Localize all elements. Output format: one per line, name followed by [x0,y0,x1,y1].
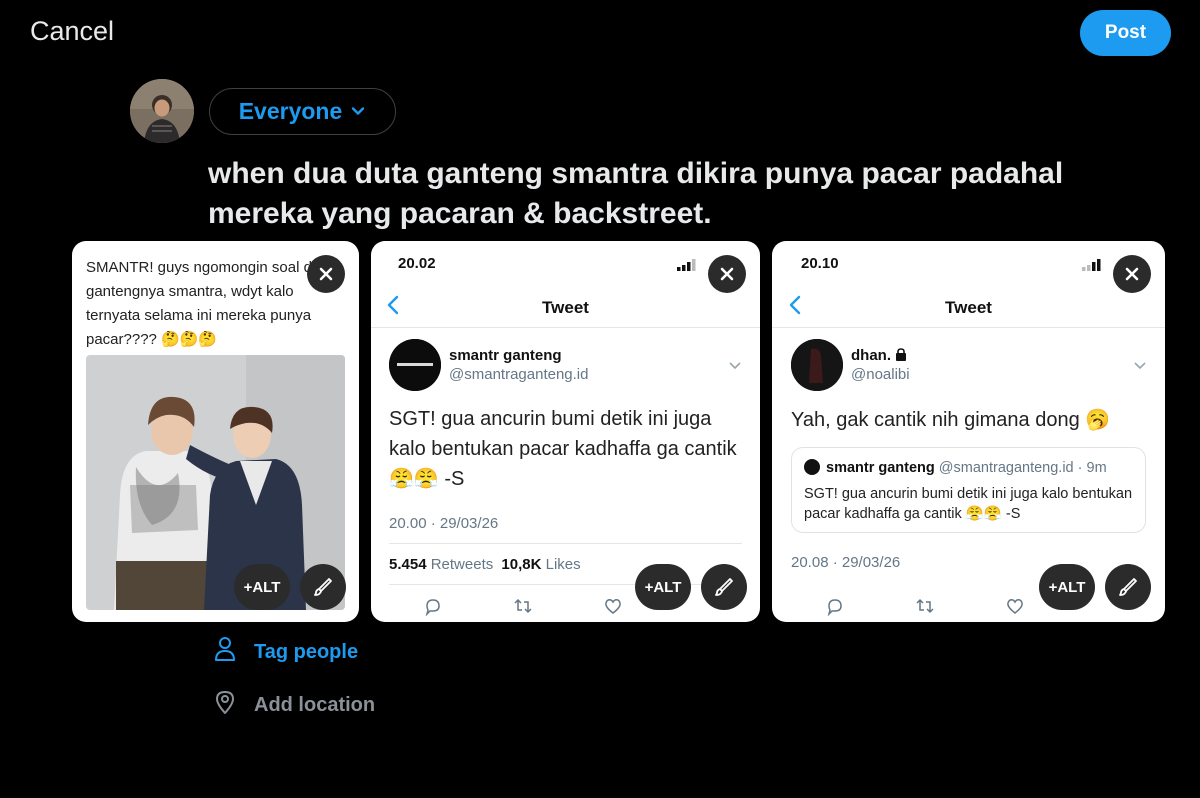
tweet-body: SGT! gua ancurin bumi detik ini juga kal… [389,408,737,490]
tweet-actions [825,596,1025,616]
attachment-image-2[interactable]: 20.02 Tweet smantr ganteng @smantragante… [371,241,760,622]
signal-icon [1082,259,1104,271]
brush-icon [314,578,332,596]
tweet-author-name: smantr ganteng [449,347,562,364]
avatar[interactable] [130,79,194,143]
status-time: 20.10 [801,255,839,272]
author-name-text: dhan. [851,347,891,364]
brush-icon [1119,578,1137,596]
edit-media-3-button[interactable] [1105,564,1151,610]
tweet-avatar [389,339,441,391]
audience-label: Everyone [238,98,343,124]
quoted-tweet-body: SGT! gua ancurin bumi detik ini juga kal… [804,486,1133,522]
retweet-icon [513,596,533,616]
tweet-timestamp: 20.00 · 29/03/26 [389,515,499,532]
compose-text[interactable]: when dua duta ganteng smantra dikira pun… [208,154,1108,234]
likes-label: Likes [545,556,581,573]
remove-attachment-3-button[interactable] [1113,255,1151,293]
tag-people-label: Tag people [254,640,359,663]
tweet-timestamp: 20.08 · 29/03/26 [791,554,901,571]
retweets-count: 5.454 [389,556,427,573]
lock-icon [895,347,907,364]
retweet-icon [915,596,935,616]
edit-media-1-button[interactable] [300,564,346,610]
alt-text-2-button[interactable]: +ALT [635,564,691,610]
person-icon [214,636,236,668]
tweet-body: Yah, gak cantik nih gimana dong 🥱 [791,409,1111,431]
audience-selector[interactable]: Everyone [209,88,396,135]
close-icon [720,267,734,281]
reply-icon [825,596,845,616]
tag-people-button[interactable]: Tag people [214,636,358,668]
quoted-author-name: smantr ganteng [826,460,935,476]
tweet-author-handle: @noalibi [851,366,910,383]
close-icon [319,267,333,281]
tweet-actions [423,596,623,616]
heart-icon [1005,596,1025,616]
quoted-tweet: smantr ganteng @smantraganteng.id · 9m S… [791,447,1146,533]
edit-media-2-button[interactable] [701,564,747,610]
add-location-label: Add location [254,693,376,716]
chevron-down-icon [350,98,366,125]
alt-text-1-button[interactable]: +ALT [234,564,290,610]
post-button[interactable]: Post [1080,10,1171,56]
tweet-author-name: dhan. [851,347,907,364]
brush-icon [715,578,733,596]
tweet-author-handle: @smantraganteng.id [449,366,589,383]
quoted-author-handle: @smantraganteng.id · 9m [938,460,1107,476]
reply-icon [423,596,443,616]
heart-icon [603,596,623,616]
tweet-nav-title: Tweet [542,298,589,317]
tweet-nav-title: Tweet [945,298,992,317]
retweets-label: Retweets [430,556,494,573]
close-icon [1125,267,1139,281]
chevron-down-icon [1134,359,1146,373]
tweet-avatar [791,339,843,391]
attachment-image-1[interactable]: SMANTR! guys ngomongin soal de gantengny… [72,241,359,622]
quoted-avatar [804,459,820,475]
add-location-button[interactable]: Add location [214,689,375,721]
alt-text-3-button[interactable]: +ALT [1039,564,1095,610]
remove-attachment-1-button[interactable] [307,255,345,293]
quoted-tweet-header: smantr ganteng @smantraganteng.id · 9m [804,459,1107,476]
attachment-image-3[interactable]: 20.10 Tweet dhan. @noalibi Yah, gak cant… [772,241,1165,622]
signal-icon [677,259,699,271]
likes-count: 10,8K [501,556,542,573]
location-pin-icon [214,689,236,721]
tweet-stats: 5.454 Retweets 10,8K Likes [389,556,581,573]
status-time: 20.02 [398,255,436,272]
cancel-button[interactable]: Cancel [30,16,114,47]
remove-attachment-2-button[interactable] [708,255,746,293]
chevron-down-icon [729,359,741,373]
